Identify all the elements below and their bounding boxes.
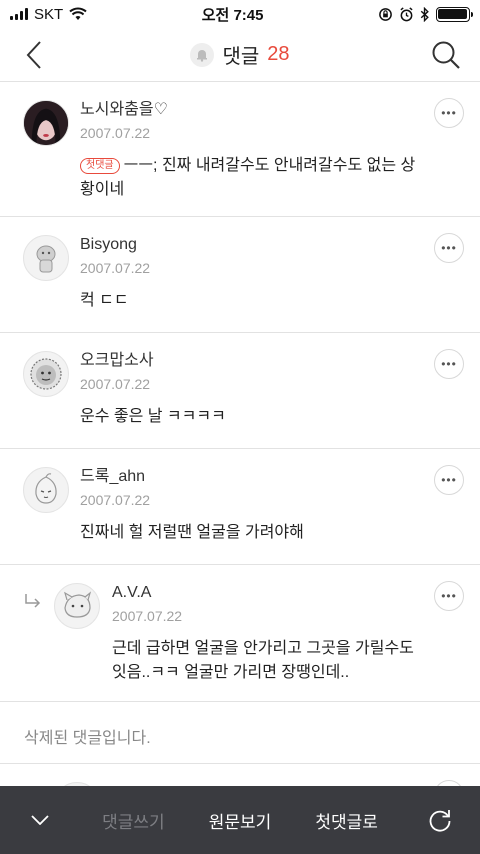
comment-author[interactable]: A.V.A [112,583,420,603]
ellipsis-icon: ••• [441,473,457,487]
battery-icon [435,6,473,22]
comment-author[interactable]: 노시와춤을♡ [80,100,420,120]
user-avatar[interactable] [23,235,69,281]
ellipsis-icon: ••• [441,357,457,371]
ellipsis-icon: ••• [441,241,457,255]
write-comment-button[interactable]: 댓글쓰기 [102,808,165,833]
comment-body: 첫댓글 ㅡㅡ; 진짜 내려갈수도 안내려갈수도 없는 상황이네 [80,154,420,202]
page-title: 댓글 28 [190,40,290,69]
comment-date: 2007.07.22 [80,125,151,141]
user-avatar[interactable] [23,351,69,397]
comments-header: 댓글 28 [0,28,480,82]
more-options-button[interactable]: ••• [434,465,464,495]
status-bar: SKT 오전 7:45 [0,0,480,28]
comment-text: 운수 좋은 날 ㅋㅋㅋㅋ [80,408,226,425]
rotation-lock-icon [379,7,392,21]
comment-date: 2007.07.22 [80,260,151,276]
refresh-icon [429,810,451,832]
collapse-button[interactable] [22,802,58,838]
comment-item: Bisyong 2007.07.22 컥 ㄷㄷ ••• [0,217,480,333]
view-original-button[interactable]: 원문보기 [209,808,272,833]
bell-icon[interactable] [190,42,215,67]
user-avatar[interactable] [54,583,100,629]
comment-date: 2007.07.22 [112,608,183,624]
carrier-label: SKT [34,5,64,23]
comment-author[interactable]: 오크맙소사 [80,351,420,371]
reply-arrow-icon [25,594,41,608]
comment-text: 컥 ㄷㄷ [80,292,129,309]
chevron-left-icon [26,40,41,69]
ellipsis-icon: ••• [441,106,457,120]
more-options-button[interactable]: ••• [434,98,464,128]
user-avatar[interactable] [23,467,69,513]
title-label: 댓글 [222,46,260,68]
more-options-button[interactable]: ••• [434,233,464,263]
comment-item: 드록_ahn 2007.07.22 진짜네 헐 저럴땐 얼굴을 가려야해 ••• [0,449,480,565]
chevron-down-icon [31,815,49,825]
first-comment-button[interactable]: 첫댓글로 [315,808,378,833]
comment-item: 오크맙소사 2007.07.22 운수 좋은 날 ㅋㅋㅋㅋ ••• [0,333,480,449]
comment-count: 28 [267,43,290,65]
first-comment-badge: 첫댓글 [80,158,120,174]
wifi-icon [69,7,87,20]
search-icon [432,41,460,69]
status-time: 오전 7:45 [201,6,264,24]
bottom-toolbar: 댓글쓰기 원문보기 첫댓글로 [0,786,480,854]
comment-date: 2007.07.22 [80,376,151,392]
search-button[interactable] [428,37,464,73]
comment-author[interactable]: 드록_ahn [80,467,420,487]
user-avatar[interactable] [23,100,69,146]
ellipsis-icon: ••• [441,589,457,603]
refresh-button[interactable] [422,802,458,838]
reply-item: A.V.A 2007.07.22 근데 급하면 얼굴을 안가리고 그곳을 가릴수… [0,565,480,702]
more-options-button[interactable]: ••• [434,581,464,611]
bluetooth-icon [420,6,429,22]
deleted-comment: 삭제된 댓글입니다. [0,702,480,764]
more-options-button[interactable]: ••• [434,349,464,379]
comment-item: 노시와춤을♡ 2007.07.22 첫댓글 ㅡㅡ; 진짜 내려갈수도 안내려갈수도… [0,82,480,217]
back-button[interactable] [16,37,52,73]
comment-text: 진짜네 헐 저럴땐 얼굴을 가려야해 [80,524,304,541]
alarm-icon [400,6,413,21]
comment-date: 2007.07.22 [80,492,151,508]
comment-text: ㅡㅡ; 진짜 내려갈수도 안내려갈수도 없는 상황이네 [80,157,416,198]
comment-text: 근데 급하면 얼굴을 안가리고 그곳을 가릴수도 잇음..ㅋㅋ 얼굴만 가리면 … [112,640,414,681]
comment-author[interactable]: Bisyong [80,235,420,255]
signal-icon [10,8,28,20]
